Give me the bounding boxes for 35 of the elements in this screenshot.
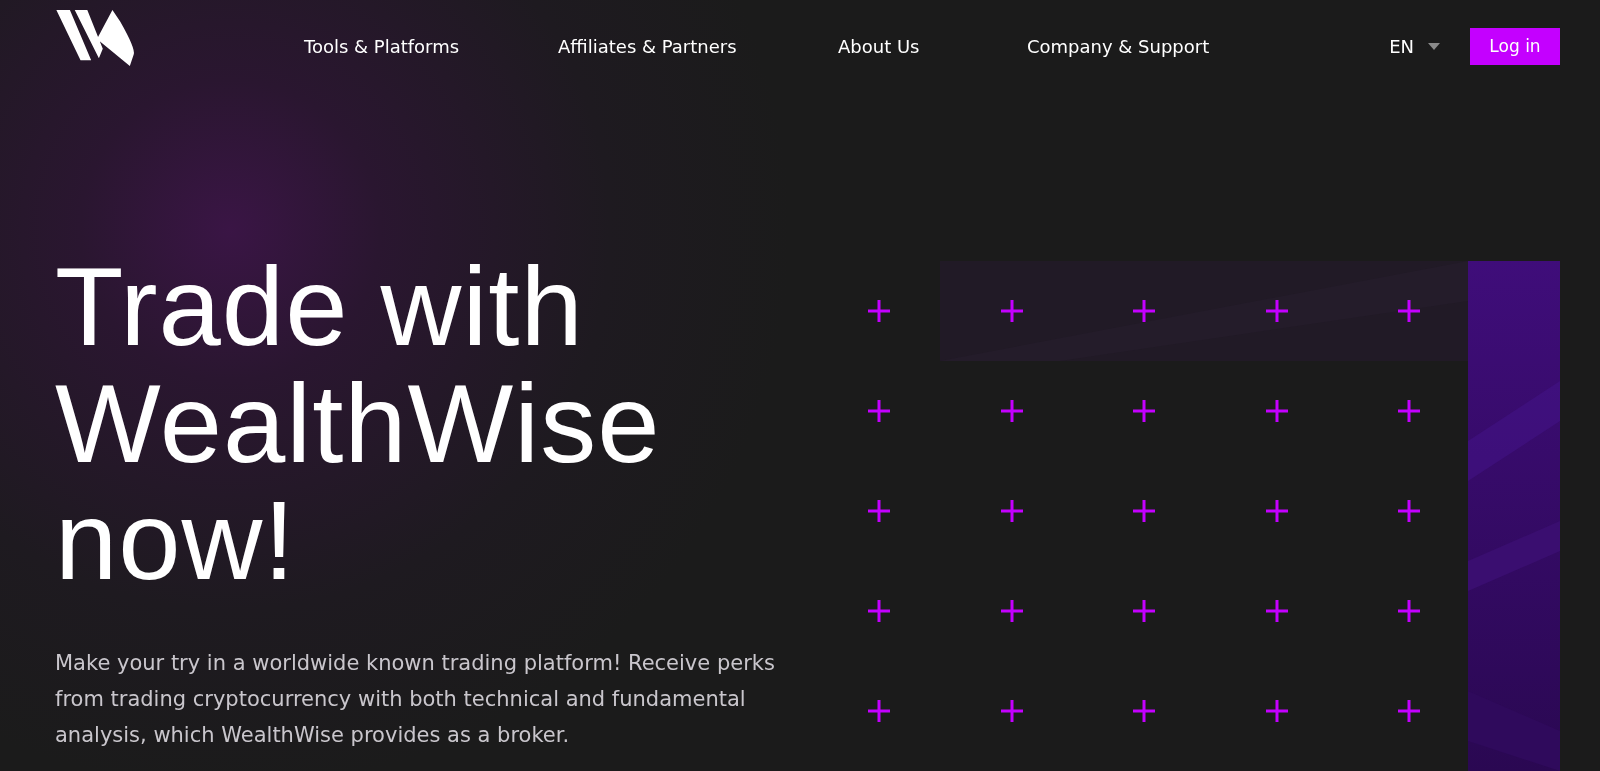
plus-icon [1000, 500, 1023, 522]
plus-icon [1000, 700, 1023, 722]
nav-link[interactable]: Tools & Platforms [304, 35, 558, 57]
plus-icon [1000, 600, 1023, 622]
nav-link[interactable]: Company & Support [1027, 35, 1210, 57]
plus-icon [1265, 500, 1288, 522]
plus-icon [1398, 600, 1421, 622]
plus-icon [868, 300, 891, 322]
hero-text: Make your try in a worldwide known trading platform! Receive perks from trading cryptocurrency with both technical and fundamental analysis, which WealthWise provides as a broker. [55, 650, 776, 749]
plus-icon [1265, 600, 1288, 622]
plus-icon [1398, 700, 1421, 722]
nav-link[interactable]: Affiliates & Partners [558, 35, 838, 57]
plus-icon [868, 600, 891, 622]
plus-icon [868, 400, 891, 422]
plus-icon [1398, 500, 1421, 522]
plus-icon [1133, 300, 1156, 322]
plus-icon [1133, 700, 1156, 722]
plus-icon [868, 700, 891, 722]
caret-icon [1428, 42, 1440, 50]
plus-icon [1265, 300, 1288, 322]
plus-icon [1133, 400, 1156, 422]
plus-icon [1398, 300, 1421, 322]
plus-icon [1133, 600, 1156, 622]
plus-icon [1265, 400, 1288, 422]
plus-icon [1398, 400, 1421, 422]
plus-icon [868, 500, 891, 522]
plus-icon [1000, 300, 1023, 322]
plus-icon [1133, 500, 1156, 522]
login-button[interactable]: Log in [1470, 27, 1560, 65]
hero-heading: Trade with WealthWise now! [55, 248, 662, 599]
plus-icon [1000, 400, 1023, 422]
language-selector[interactable]: EN [1389, 35, 1440, 57]
logo-icon[interactable] [55, 10, 137, 68]
nav-link[interactable]: About Us [838, 35, 1027, 57]
plus-icon [1265, 700, 1288, 722]
